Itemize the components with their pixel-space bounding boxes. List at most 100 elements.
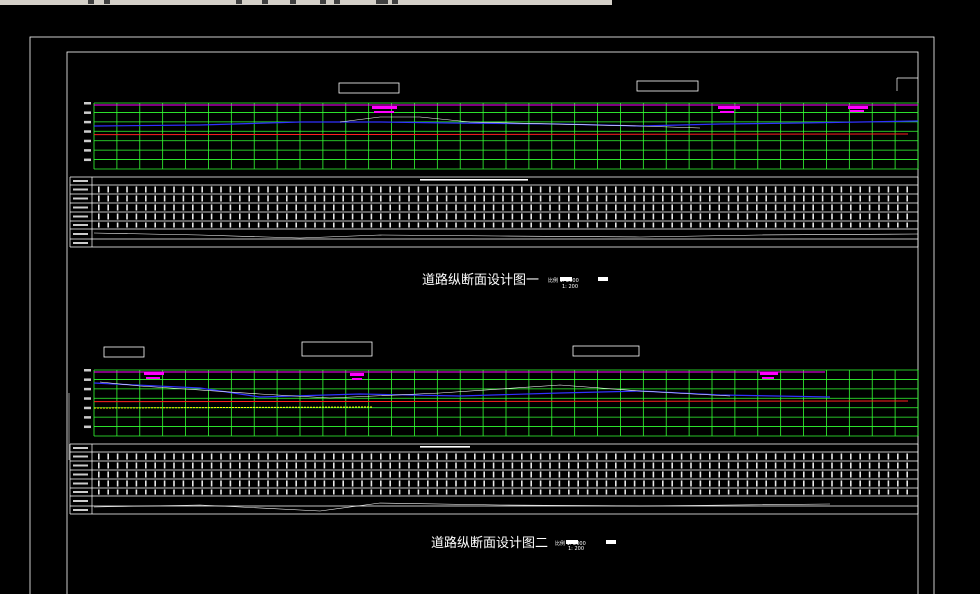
station-tick	[286, 186, 288, 193]
station-tick	[821, 204, 824, 211]
station-tick	[295, 222, 297, 228]
station-tick	[380, 462, 382, 469]
station-tick	[633, 480, 636, 487]
station-tick	[286, 480, 288, 487]
station-tick	[135, 186, 138, 193]
station-tick	[539, 195, 542, 202]
station-tick	[793, 453, 796, 460]
scale-block	[606, 540, 616, 544]
station-tick	[173, 480, 175, 487]
station-tick	[163, 204, 166, 211]
station-tick	[370, 195, 373, 202]
station-tick	[737, 213, 739, 220]
layer-icon[interactable]	[392, 0, 398, 4]
station-tick	[361, 186, 363, 193]
station-tick	[605, 186, 608, 193]
station-tick	[107, 213, 109, 220]
station-tick	[539, 213, 542, 220]
station-tick	[774, 462, 777, 469]
station-tick	[671, 204, 673, 211]
station-tick	[812, 213, 814, 220]
station-tick	[173, 222, 175, 228]
cad-drawing-canvas[interactable]: 道路纵断面设计图一 比例 1: 2000 1: 200 道路纵断面设计图二 比例…	[0, 5, 980, 594]
open-icon[interactable]	[104, 0, 110, 4]
station-tick	[398, 186, 401, 193]
save-icon[interactable]	[236, 0, 242, 4]
station-tick	[492, 462, 495, 469]
station-tick	[445, 213, 448, 220]
station-tick	[116, 213, 119, 220]
station-tick	[662, 204, 664, 211]
station-tick	[182, 222, 185, 228]
station-tick	[304, 204, 307, 211]
zoom-icon[interactable]	[334, 0, 340, 4]
station-tick	[662, 489, 664, 495]
station-tick	[286, 222, 288, 228]
station-tick	[652, 489, 655, 495]
station-tick	[521, 222, 523, 228]
station-tick	[887, 204, 890, 211]
station-tick	[342, 195, 344, 202]
new-icon[interactable]	[88, 0, 94, 4]
station-tick	[333, 471, 335, 478]
station-tick	[445, 453, 448, 460]
station-tick	[483, 195, 485, 202]
station-tick	[192, 186, 194, 193]
station-tick	[436, 186, 438, 193]
station-tick	[333, 195, 335, 202]
station-tick	[163, 186, 166, 193]
station-tick	[483, 480, 485, 487]
row-header-label	[73, 473, 88, 476]
station-tick	[276, 204, 279, 211]
station-tick	[709, 195, 711, 202]
properties-icon[interactable]	[376, 0, 388, 4]
station-tick	[558, 222, 561, 228]
station-tick	[220, 489, 222, 495]
station-tick	[210, 213, 213, 220]
curve-label-box	[848, 106, 868, 109]
station-tick	[887, 453, 890, 460]
station-tick	[304, 222, 307, 228]
station-tick	[539, 453, 542, 460]
station-tick	[380, 471, 382, 478]
station-tick	[455, 195, 457, 202]
station-tick	[878, 480, 880, 487]
station-tick	[210, 453, 213, 460]
station-tick	[897, 195, 899, 202]
station-tick	[774, 222, 777, 228]
station-tick	[455, 462, 457, 469]
axis-tick-label	[84, 120, 91, 124]
station-tick	[436, 213, 438, 220]
station-tick	[135, 453, 138, 460]
station-tick	[897, 462, 899, 469]
station-tick	[812, 480, 814, 487]
slope-bar	[420, 446, 470, 448]
station-tick	[474, 471, 476, 478]
station-tick	[624, 213, 626, 220]
station-tick	[784, 453, 786, 460]
station-tick	[408, 204, 410, 211]
station-tick	[652, 453, 655, 460]
station-tick	[474, 453, 476, 460]
station-tick	[229, 489, 232, 495]
station-tick	[398, 222, 401, 228]
station-tick	[521, 195, 523, 202]
redo-icon[interactable]	[290, 0, 296, 4]
station-tick	[333, 462, 335, 469]
station-tick	[201, 186, 203, 193]
undo-icon[interactable]	[262, 0, 268, 4]
station-tick	[342, 204, 344, 211]
station-tick	[680, 195, 683, 202]
station-tick	[793, 222, 796, 228]
station-tick	[652, 480, 655, 487]
station-tick	[840, 480, 843, 487]
station-tick	[887, 489, 890, 495]
station-tick	[784, 489, 786, 495]
station-tick	[135, 462, 138, 469]
station-tick	[549, 186, 551, 193]
station-tick	[286, 204, 288, 211]
station-tick	[483, 453, 485, 460]
pan-icon[interactable]	[320, 0, 326, 4]
station-tick	[408, 480, 410, 487]
station-tick	[370, 471, 373, 478]
